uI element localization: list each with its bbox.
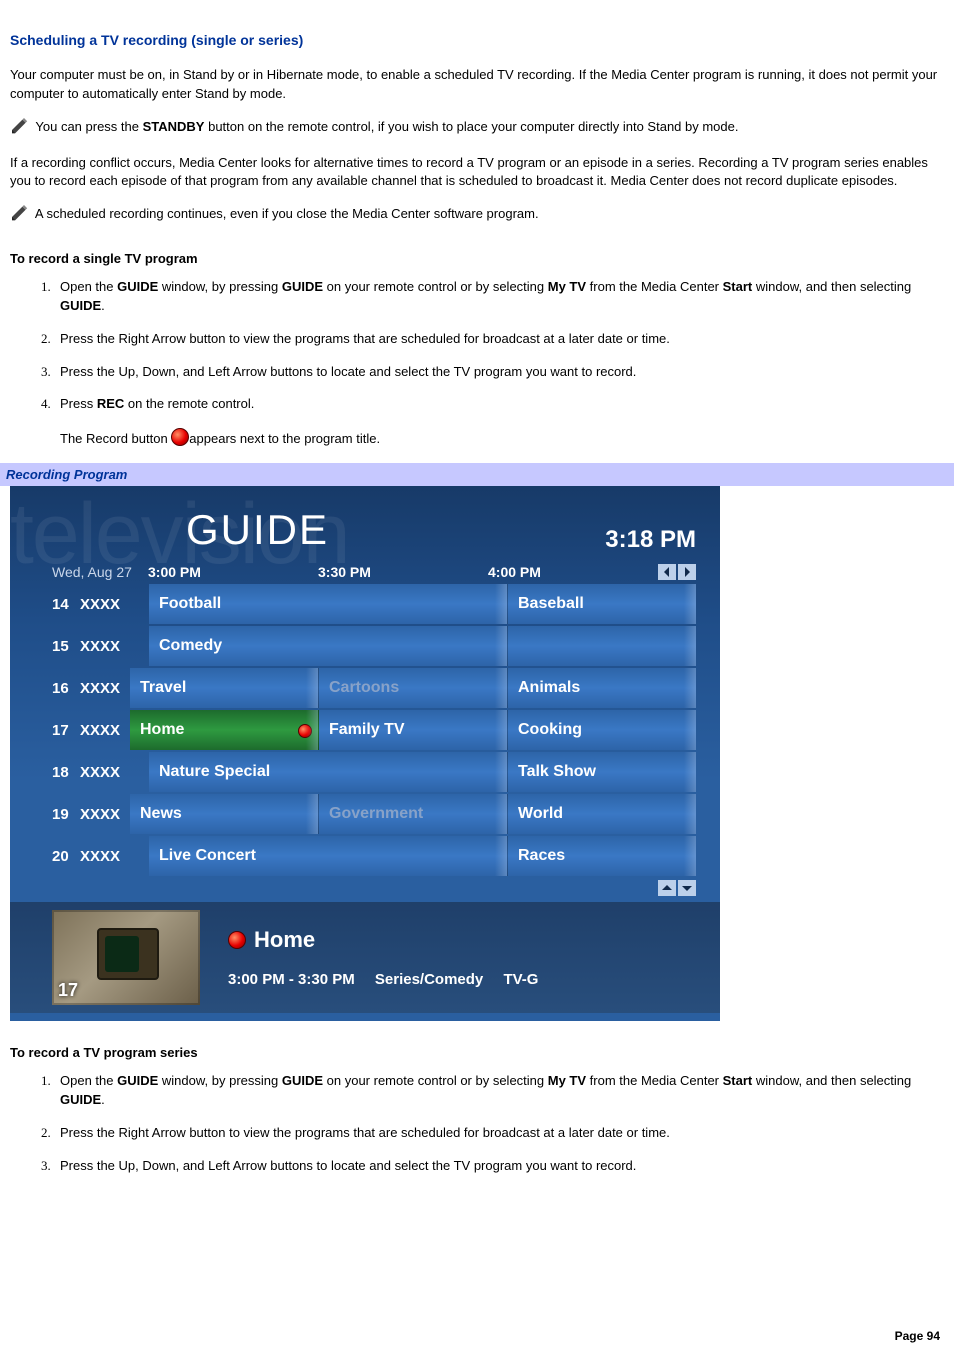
guide-program-cell[interactable] [508,626,696,666]
record-icon [298,724,312,738]
step-4: Press REC on the remote control. The Rec… [54,395,944,449]
guide-row: 18XXXXNature SpecialTalk Show [52,752,696,792]
record-icon [171,428,189,446]
guide-left-button[interactable] [658,564,676,580]
guide-title: GUIDE [186,506,329,554]
note-1: You can press the STANDBY button on the … [10,118,944,140]
guide-detail-meta: 3:00 PM - 3:30 PM Series/Comedy TV-G [228,971,696,988]
intro-text: Your computer must be on, in Stand by or… [10,66,944,104]
subheading-series: To record a TV program series [10,1045,944,1060]
guide-program-cell[interactable]: Family TV [319,710,508,750]
guide-clock: 3:18 PM [605,526,696,554]
guide-detail-title: Home [228,927,696,953]
guide-program-cell[interactable]: Animals [508,668,696,708]
guide-program-cell[interactable]: Cartoons [319,668,508,708]
guide-program-cell[interactable]: Cooking [508,710,696,750]
guide-program-cell[interactable]: Talk Show [508,752,696,792]
guide-program-cell[interactable]: World [508,794,696,834]
figure-caption: Recording Program [0,463,954,486]
guide-col-2: 3:30 PM [318,564,488,580]
guide-program-cell[interactable]: Home [130,710,319,750]
guide-right-button[interactable] [678,564,696,580]
guide-program-cell[interactable]: Live Concert [149,836,508,876]
conflict-text: If a recording conflict occurs, Media Ce… [10,154,944,192]
steps-series: Open the GUIDE window, by pressing GUIDE… [10,1072,944,1175]
note-icon [10,205,30,227]
step-1: Open the GUIDE window, by pressing GUIDE… [54,1072,944,1110]
guide-row: 20XXXXLive ConcertRaces [52,836,696,876]
guide-row: 19XXXXNewsGovernmentWorld [52,794,696,834]
guide-program-cell[interactable]: Baseball [508,584,696,624]
guide-program-cell[interactable]: Races [508,836,696,876]
guide-channel[interactable]: 18XXXX [52,752,149,792]
step-3: Press the Up, Down, and Left Arrow butto… [54,363,944,382]
subheading-single: To record a single TV program [10,251,944,266]
guide-program-cell[interactable]: News [130,794,319,834]
guide-program-cell[interactable]: Comedy [149,626,508,666]
note-icon [10,118,30,140]
note-2: A scheduled recording continues, even if… [10,205,944,227]
guide-row: 17XXXXHomeFamily TVCooking [52,710,696,750]
guide-up-button[interactable] [658,880,676,896]
guide-program-cell[interactable]: Football [149,584,508,624]
guide-channel[interactable]: 20XXXX [52,836,149,876]
tv-icon [97,928,159,980]
guide-channel[interactable]: 16XXXX [52,668,130,708]
step-3: Press the Up, Down, and Left Arrow butto… [54,1157,944,1176]
step-2: Press the Right Arrow button to view the… [54,1124,944,1143]
guide-channel[interactable]: 17XXXX [52,710,130,750]
page-title: Scheduling a TV recording (single or ser… [10,32,944,48]
step-1: Open the GUIDE window, by pressing GUIDE… [54,278,944,316]
guide-row: 15XXXXComedy [52,626,696,666]
guide-program-cell[interactable]: Travel [130,668,319,708]
guide-channel[interactable]: 15XXXX [52,626,149,666]
guide-program-cell[interactable]: Government [319,794,508,834]
guide-down-button[interactable] [678,880,696,896]
guide-channel[interactable]: 14XXXX [52,584,149,624]
page-number: Page 94 [895,1329,940,1343]
guide-col-1: 3:00 PM [148,564,318,580]
step-2: Press the Right Arrow button to view the… [54,330,944,349]
record-icon [228,931,246,949]
guide-screenshot: television GUIDE 3:18 PM Wed, Aug 27 3:0… [10,486,720,1021]
guide-thumbnail: 17 [52,910,200,1005]
guide-date: Wed, Aug 27 [52,564,148,580]
steps-single: Open the GUIDE window, by pressing GUIDE… [10,278,944,449]
guide-program-cell[interactable]: Nature Special [149,752,508,792]
guide-row: 14XXXXFootballBaseball [52,584,696,624]
guide-channel[interactable]: 19XXXX [52,794,130,834]
guide-thumb-channel: 17 [58,980,78,1001]
guide-row: 16XXXXTravelCartoonsAnimals [52,668,696,708]
guide-col-3: 4:00 PM [488,564,658,580]
